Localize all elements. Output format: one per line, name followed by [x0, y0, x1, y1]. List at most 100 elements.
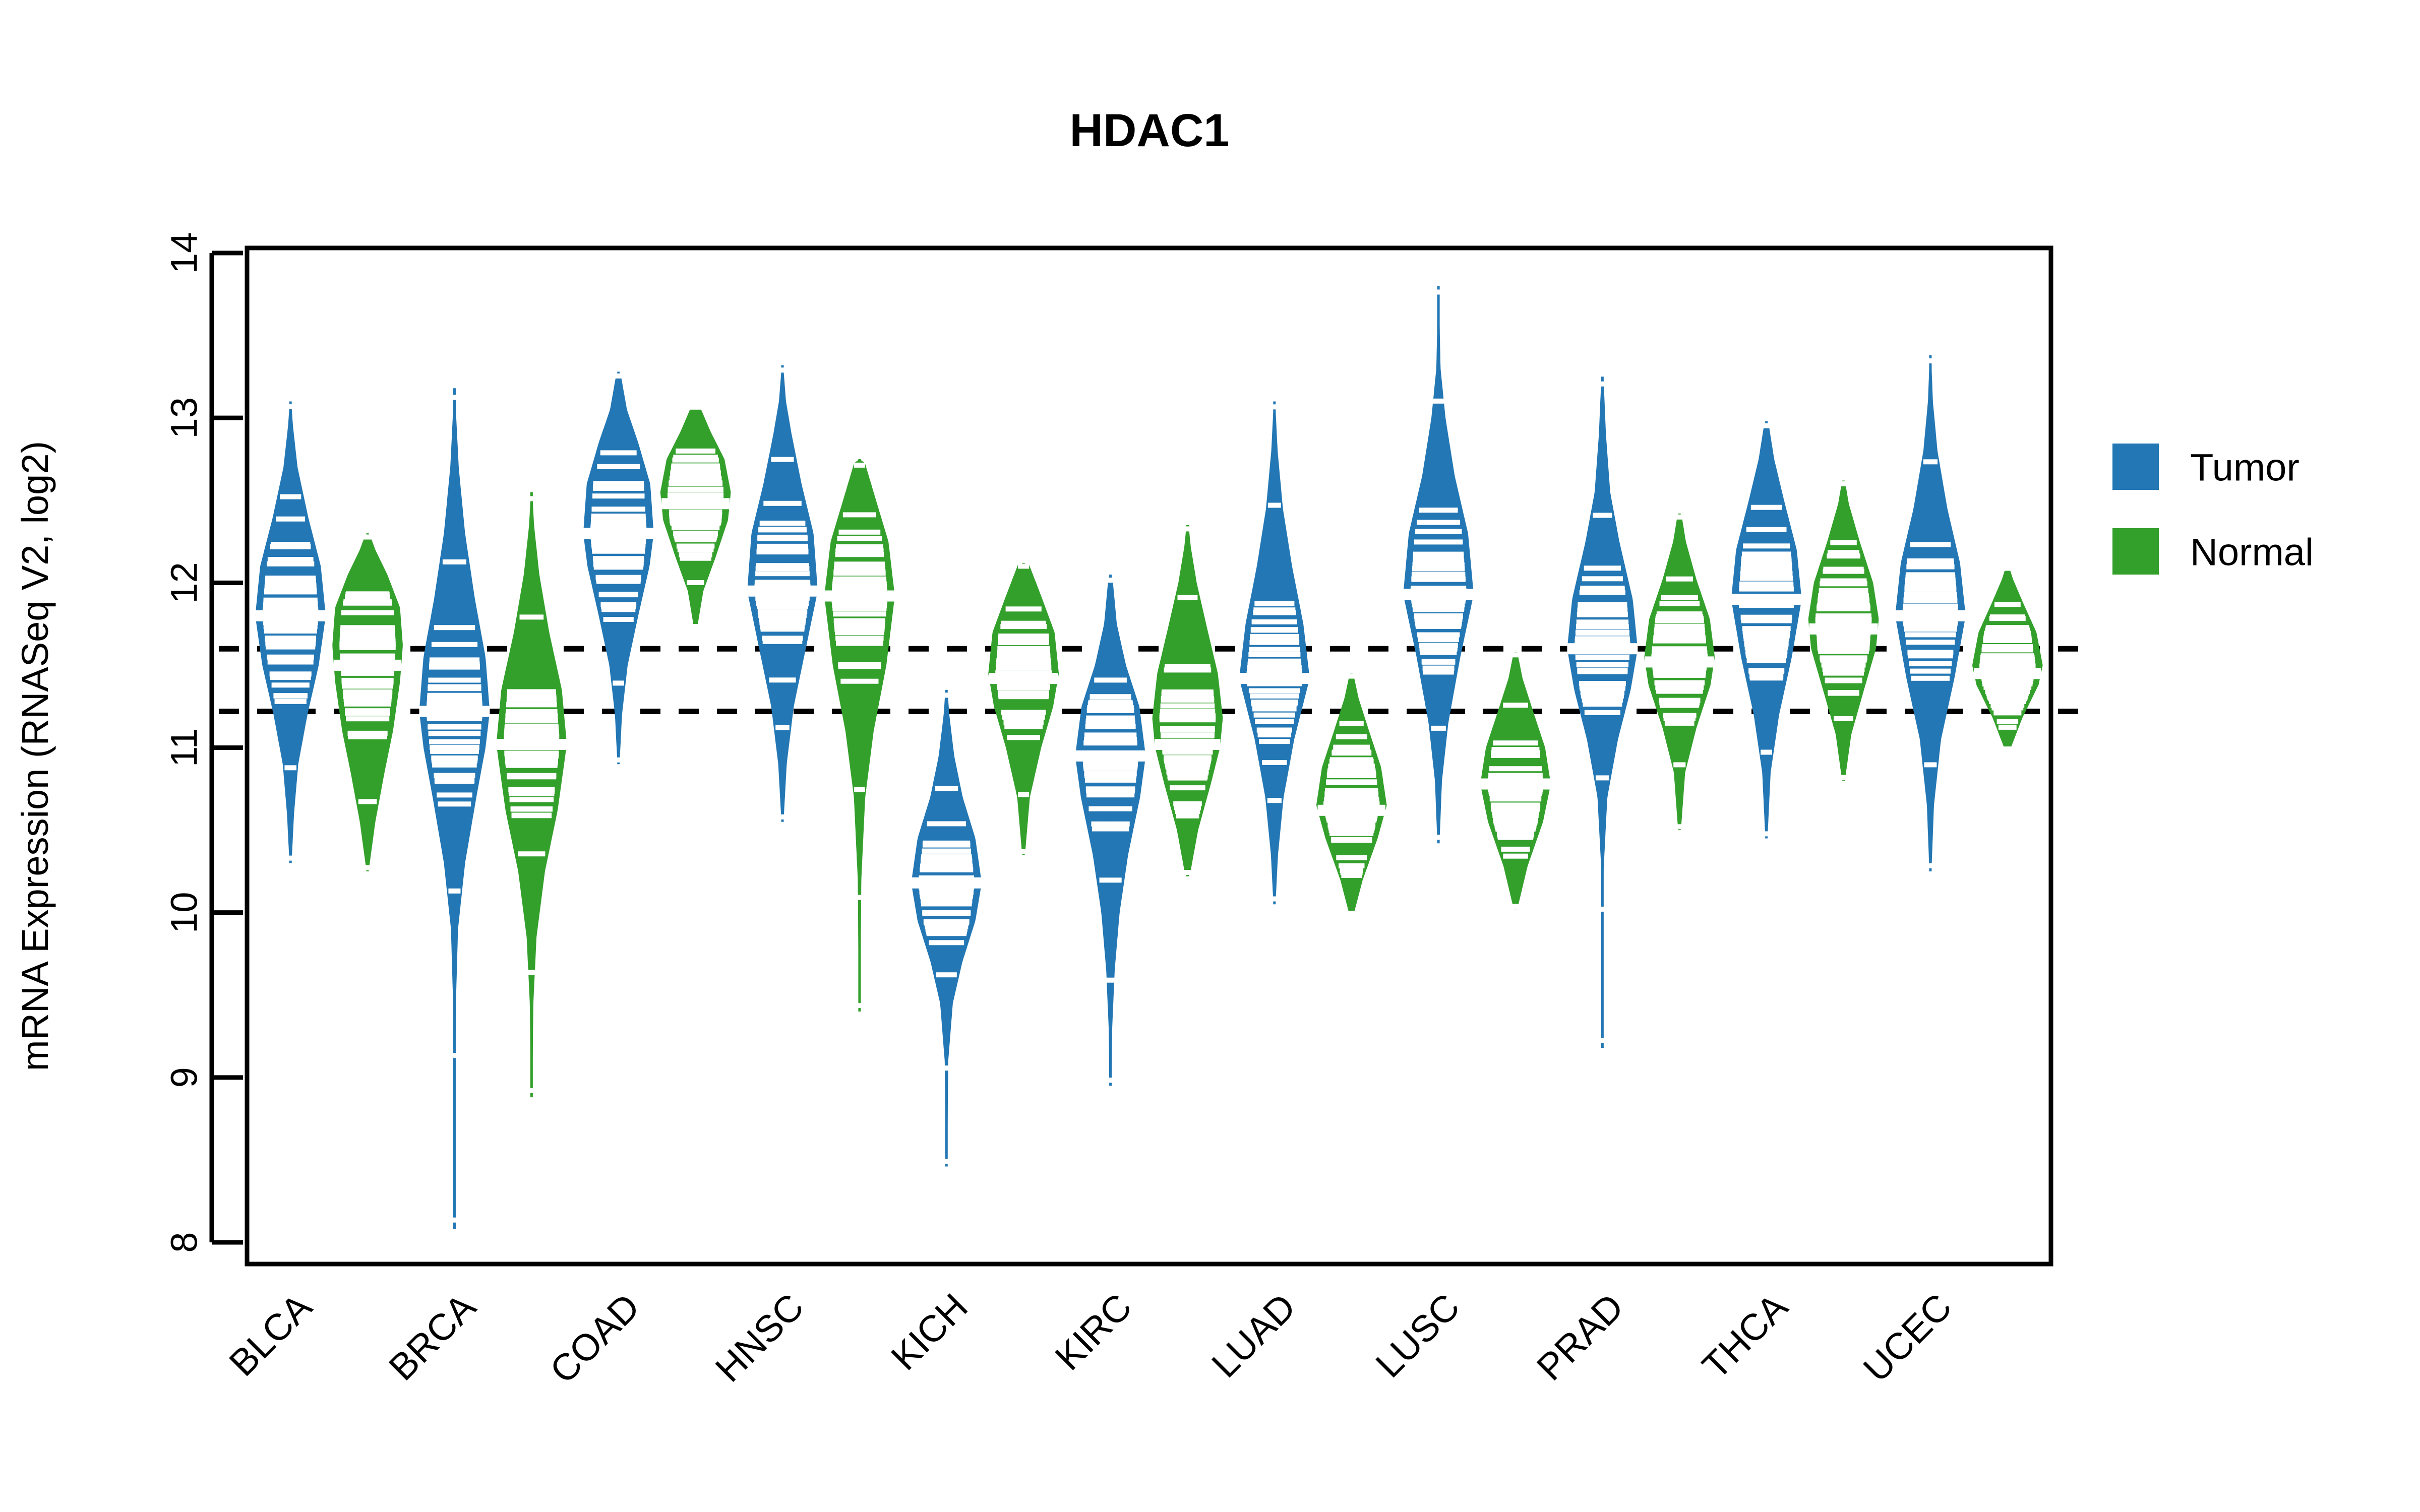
data-strip — [1253, 610, 1296, 615]
data-strip — [1828, 690, 1859, 695]
data-strip — [1748, 668, 1785, 673]
data-strip — [922, 848, 971, 854]
data-strip — [998, 690, 1049, 696]
data-strip — [1830, 540, 1857, 545]
data-strip — [1666, 576, 1693, 582]
data-strip — [676, 543, 715, 549]
data-strip — [1576, 662, 1628, 668]
data-strip — [690, 404, 701, 410]
data-strip — [613, 680, 624, 686]
data-strip — [1985, 626, 2030, 632]
data-strip — [2002, 746, 2013, 752]
data-strip — [837, 536, 882, 541]
data-strip — [600, 450, 637, 456]
data-strip — [1415, 529, 1462, 534]
data-strip — [1094, 677, 1127, 683]
data-strip — [1510, 904, 1521, 909]
data-strip — [854, 1003, 865, 1009]
data-strip — [1584, 565, 1621, 571]
data-strip — [1327, 771, 1376, 776]
data-strip — [601, 604, 636, 609]
data-strip — [925, 924, 969, 929]
data-strip — [756, 549, 809, 554]
data-strip — [996, 660, 1051, 665]
data-strip — [1105, 578, 1116, 583]
data-strip — [941, 1159, 952, 1164]
data-strip — [1654, 627, 1705, 633]
data-strip — [759, 521, 806, 526]
data-strip — [669, 509, 722, 515]
data-strip — [509, 797, 554, 802]
data-strip — [592, 547, 645, 552]
median-line — [1239, 673, 1310, 684]
data-strip — [1250, 627, 1298, 633]
data-strip — [854, 895, 865, 900]
data-strip — [1492, 812, 1539, 818]
data-strip — [1332, 749, 1371, 755]
data-strip — [1834, 716, 1853, 721]
data-strip — [274, 699, 307, 704]
data-strip — [1741, 557, 1792, 562]
legend-swatch-tumor — [2112, 444, 2159, 490]
legend-swatch-normal — [2112, 528, 2159, 575]
data-strip — [1414, 539, 1463, 545]
data-strip — [676, 448, 715, 454]
data-strip — [263, 624, 318, 629]
data-strip — [1576, 619, 1629, 625]
data-strip — [777, 814, 788, 820]
data-strip — [1503, 703, 1528, 708]
data-strip — [1984, 631, 2031, 636]
data-strip — [1817, 605, 1870, 611]
data-strip — [1000, 624, 1047, 629]
data-strip — [679, 552, 712, 557]
data-strip — [1577, 612, 1628, 617]
data-strip — [1491, 747, 1540, 752]
data-strip — [267, 654, 314, 660]
data-strip — [997, 684, 1050, 689]
data-strip — [671, 465, 720, 470]
data-strip — [265, 640, 316, 645]
data-strip — [1597, 1038, 1608, 1043]
data-strip — [437, 792, 472, 798]
data-strip — [428, 724, 481, 729]
data-strip — [271, 682, 310, 688]
y-tick-label: 14 — [163, 232, 205, 274]
data-strip — [996, 665, 1052, 670]
data-strip — [668, 493, 723, 499]
data-strip — [264, 588, 317, 593]
data-strip — [998, 634, 1049, 639]
data-strip — [672, 525, 720, 530]
data-strip — [1431, 725, 1446, 731]
legend-label-tumor: Tumor — [2190, 447, 2300, 489]
data-strip — [429, 739, 480, 744]
data-strip — [1433, 835, 1444, 840]
data-strip — [1584, 710, 1620, 715]
data-strip — [1656, 611, 1703, 617]
median-line — [1645, 656, 1714, 668]
data-strip — [1652, 650, 1708, 655]
data-strip — [591, 539, 646, 544]
data-strip — [1329, 757, 1373, 763]
data-strip — [1908, 653, 1953, 659]
data-strip — [1998, 724, 2017, 730]
data-strip — [1005, 606, 1042, 612]
data-strip — [1411, 577, 1466, 582]
data-strip — [1085, 720, 1135, 726]
chart-title: HDAC1 — [1070, 105, 1230, 156]
data-strip — [1761, 749, 1772, 755]
data-strip — [840, 678, 879, 684]
data-strip — [854, 787, 865, 792]
data-strip — [1577, 607, 1628, 613]
data-strip — [836, 640, 883, 646]
median-line — [989, 673, 1058, 684]
median-line — [1403, 589, 1474, 600]
data-strip — [339, 636, 396, 641]
data-strip — [1164, 758, 1211, 763]
data-strip — [1105, 977, 1116, 983]
data-strip — [1745, 651, 1787, 657]
data-strip — [1742, 629, 1790, 635]
data-strip — [1251, 700, 1298, 705]
data-strip — [285, 404, 296, 409]
data-strip — [1743, 636, 1789, 642]
data-strip — [1088, 700, 1133, 705]
